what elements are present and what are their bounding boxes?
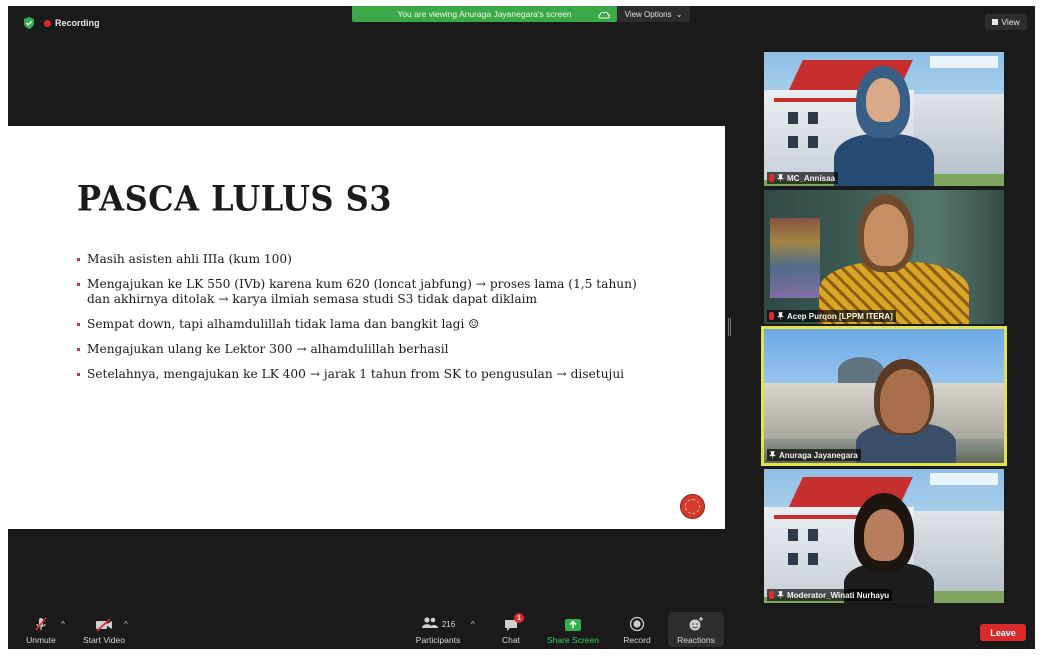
pin-icon <box>769 451 776 459</box>
recording-label: Recording <box>55 18 100 28</box>
viewing-banner: You are viewing Anuraga Jayanegara's scr… <box>352 6 617 22</box>
view-button[interactable]: View <box>985 14 1027 30</box>
participant-name: Moderator_Winati Nurhayu <box>787 590 890 600</box>
record-icon <box>629 616 645 632</box>
participants-label: Participants <box>415 635 461 645</box>
slide-bullet-list: Masih asisten ahli IIIa (kum 100) Mengaj… <box>77 252 652 392</box>
muted-mic-icon <box>769 312 774 320</box>
video-options-caret-icon[interactable]: ^ <box>124 620 128 629</box>
recording-indicator[interactable]: Recording <box>44 16 100 30</box>
viewing-banner-text: You are viewing Anuraga Jayanegara's scr… <box>397 9 572 19</box>
microphone-muted-icon <box>35 617 47 631</box>
chat-unread-badge: 1 <box>514 613 524 623</box>
cloud-icon[interactable] <box>597 8 611 20</box>
video-camera-off-icon <box>96 618 112 632</box>
slide-bullet: Mengajukan ke LK 550 (IVb) karena kum 62… <box>77 277 652 307</box>
shield-check-icon[interactable] <box>22 16 36 30</box>
unmute-button[interactable]: Unmute <box>22 610 60 649</box>
record-label: Record <box>623 635 651 645</box>
share-screen-button[interactable]: Share Screen <box>544 610 602 649</box>
start-video-button[interactable]: Start Video <box>78 610 130 649</box>
meeting-toolbar: Unmute ^ Start Video ^ 216 Participants … <box>8 610 1035 649</box>
video-tile-moderator-winati[interactable]: Moderator_Winati Nurhayu <box>764 469 1004 603</box>
video-tile-acep-purqon[interactable]: Acep Purqon [LPPM ITERA] <box>764 190 1004 324</box>
smiley-plus-icon <box>689 617 703 631</box>
slide-bullet: Sempat down, tapi alhamdulillah tidak la… <box>77 317 652 332</box>
video-tile-mc-annisaa[interactable]: MC_Annisaa <box>764 52 1004 186</box>
chat-label: Chat <box>502 635 520 645</box>
audio-options-caret-icon[interactable]: ^ <box>61 620 65 629</box>
shared-screen-slide: PASCA LULUS S3 Masih asisten ahli IIIa (… <box>8 126 725 529</box>
view-button-label: View <box>1001 17 1020 27</box>
pin-icon <box>777 312 784 320</box>
view-options-label: View Options <box>624 9 672 19</box>
participant-name: MC_Annisaa <box>787 173 836 183</box>
video-tile-anuraga-jayanegara[interactable]: Anuraga Jayanegara <box>761 326 1007 466</box>
participant-name-label: Moderator_Winati Nurhayu <box>767 589 893 601</box>
reactions-label: Reactions <box>677 635 715 645</box>
pin-icon <box>777 591 784 599</box>
slide-bullet: Setelahnya, mengajukan ke LK 400 → jarak… <box>77 367 652 382</box>
share-screen-label: Share Screen <box>547 635 599 645</box>
participants-icon <box>421 617 438 628</box>
participants-count: 216 <box>441 620 456 629</box>
panel-resize-handle[interactable] <box>728 318 731 336</box>
participant-name-label: MC_Annisaa <box>767 172 839 184</box>
unmute-label: Unmute <box>26 635 56 645</box>
muted-mic-icon <box>769 174 774 182</box>
participant-name-label: Acep Purqon [LPPM ITERA] <box>767 310 896 322</box>
pin-icon <box>777 174 784 182</box>
chevron-down-icon: ⌄ <box>675 9 683 19</box>
slide-logo-seal <box>680 494 705 519</box>
record-button[interactable]: Record <box>620 610 654 649</box>
zoom-meeting-window: Recording You are viewing Anuraga Jayane… <box>8 6 1035 649</box>
participant-name: Anuraga Jayanegara <box>779 450 858 460</box>
view-options-menu[interactable]: View Options ⌄ <box>617 6 690 22</box>
start-video-label: Start Video <box>83 635 125 645</box>
slide-title: PASCA LULUS S3 <box>77 178 393 220</box>
reactions-button[interactable]: Reactions <box>672 610 720 649</box>
grid-view-icon <box>992 19 999 25</box>
participant-name: Acep Purqon [LPPM ITERA] <box>787 311 893 321</box>
participants-options-caret-icon[interactable]: ^ <box>471 620 475 629</box>
slide-bullet: Mengajukan ulang ke Lektor 300 → alhamdu… <box>77 342 652 357</box>
leave-button[interactable]: Leave <box>980 624 1026 641</box>
share-screen-icon <box>565 619 581 631</box>
recording-dot-icon <box>44 19 51 27</box>
muted-mic-icon <box>769 591 774 599</box>
slide-bullet: Masih asisten ahli IIIa (kum 100) <box>77 252 652 267</box>
participant-name-label: Anuraga Jayanegara <box>767 449 861 461</box>
participants-button[interactable]: 216 Participants <box>408 610 468 649</box>
